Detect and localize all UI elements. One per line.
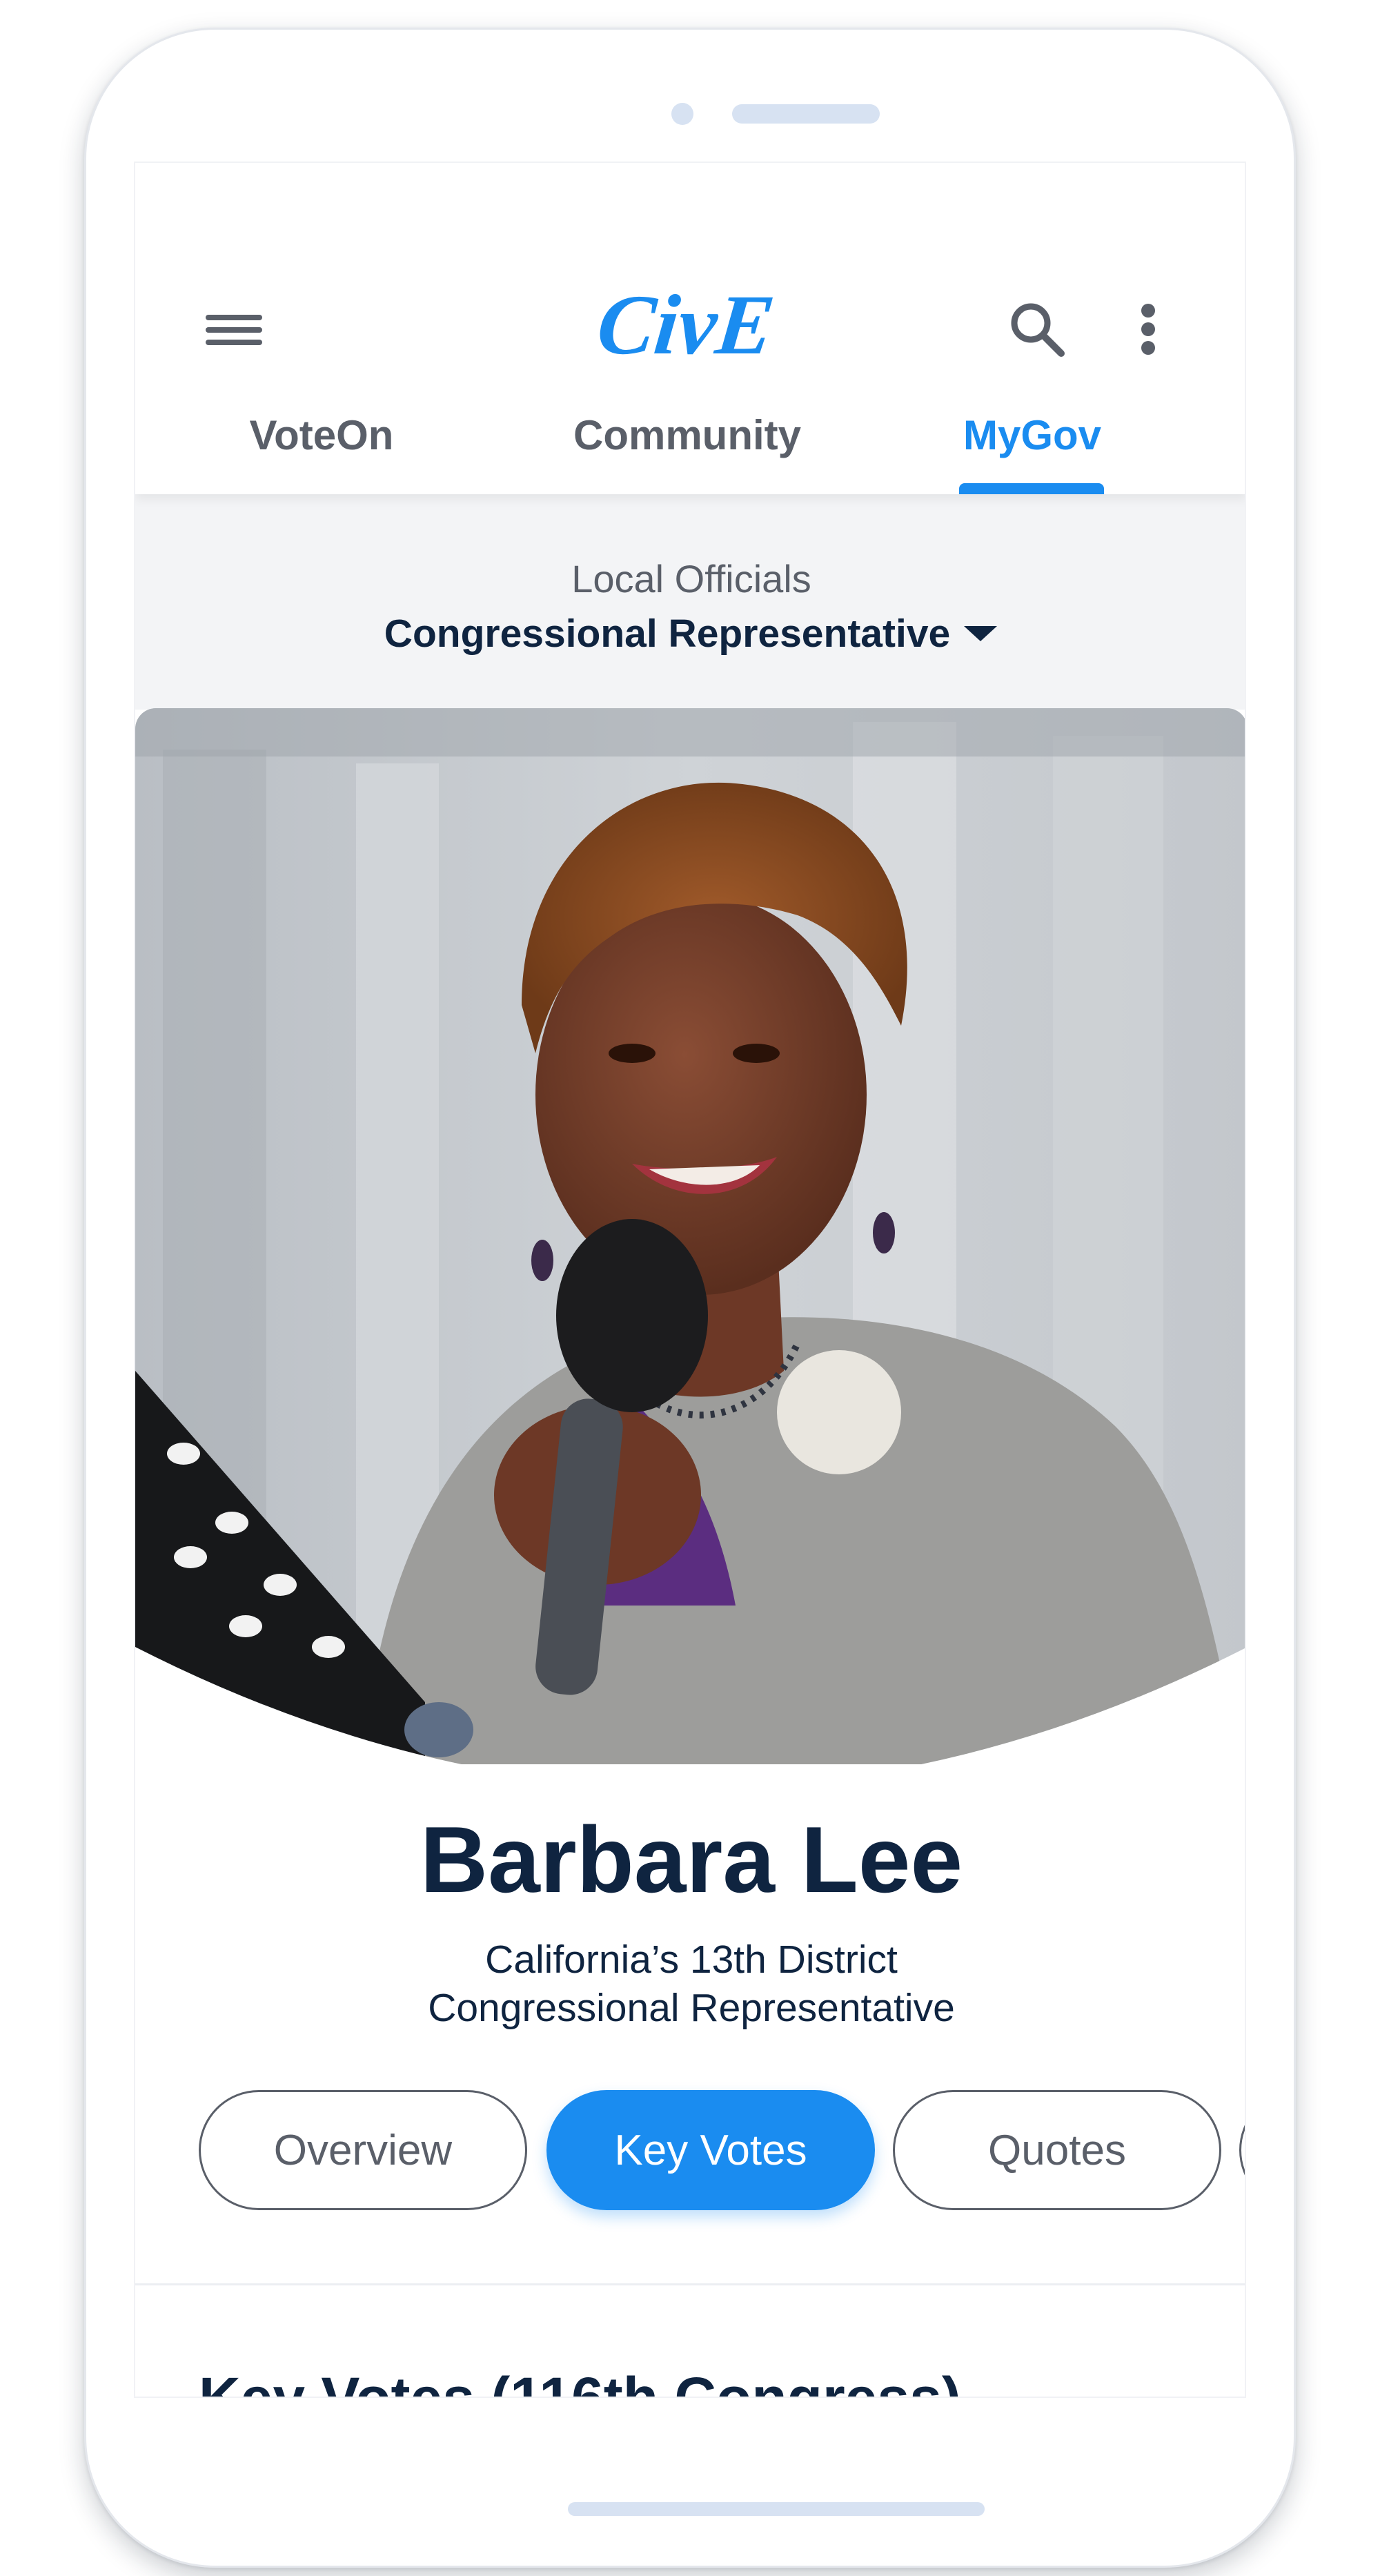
section-divider — [135, 2283, 1245, 2285]
speaker-slot — [732, 104, 880, 124]
tab-voteon[interactable]: VoteOn — [204, 411, 439, 467]
hamburger-menu-icon[interactable] — [206, 309, 262, 351]
camera-dot — [671, 103, 693, 125]
key-votes-section-title: Key Votes (116th Congress) — [199, 2365, 961, 2398]
tab-overview[interactable]: Overview — [199, 2090, 527, 2210]
tab-community[interactable]: Community — [549, 411, 825, 467]
officials-selector-band — [135, 494, 1245, 710]
home-indicator[interactable] — [568, 2502, 985, 2516]
caret-down-icon — [964, 626, 998, 641]
search-icon[interactable] — [1007, 300, 1067, 359]
tab-next-partial[interactable] — [1239, 2090, 1245, 2210]
official-photo — [135, 708, 1245, 1764]
officials-label: Local Officials — [571, 557, 811, 601]
tab-key-votes[interactable]: Key Votes — [546, 2090, 875, 2210]
svg-text:CivE: CivE — [593, 279, 778, 372]
app-header: CivE VoteOn Community MyGov — [135, 163, 1245, 494]
officials-dropdown[interactable]: Congressional Representative — [384, 606, 998, 661]
tab-mygov[interactable]: MyGov — [949, 411, 1115, 467]
active-tab-indicator — [959, 483, 1104, 494]
official-district: California’s 13th District — [485, 1938, 898, 1982]
officials-selected-value: Congressional Representative — [384, 612, 951, 656]
official-role: Congressional Representative — [428, 1986, 955, 2030]
official-name: Barbara Lee — [420, 1807, 963, 1912]
more-vertical-icon[interactable] — [1134, 300, 1162, 359]
app-logo: CivE — [593, 279, 778, 372]
app-screen: CivE VoteOn Community MyGov Local Offici… — [134, 162, 1246, 2398]
tab-quotes[interactable]: Quotes — [893, 2090, 1221, 2210]
